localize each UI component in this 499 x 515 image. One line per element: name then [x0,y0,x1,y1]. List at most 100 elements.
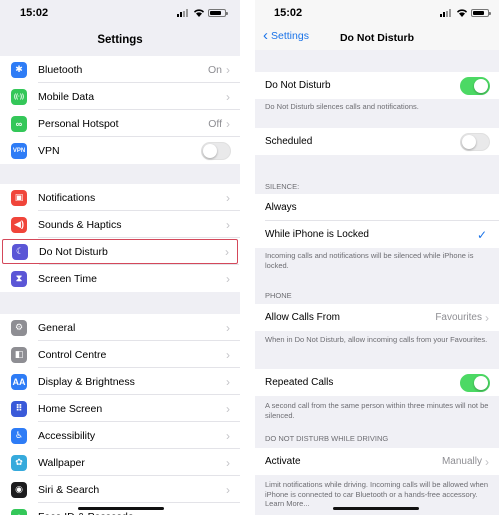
always-label: Always [265,202,297,213]
settings-row-value: Off [208,117,222,130]
status-bar: 15:02 [0,0,240,24]
driving-group: Activate Manually › [255,448,499,475]
allow-calls-value: Favourites [435,312,482,323]
app-grid-icon: ⠿ [11,400,27,417]
checkmark-icon: ✓ [476,227,487,242]
repeated-calls-label: Repeated Calls [265,377,334,388]
face-id-icon: ☺ [11,508,27,515]
settings-row-wallpaper[interactable]: ✿ Wallpaper › [0,449,240,476]
chevron-right-icon: › [226,482,230,497]
settings-row-label: Wallpaper [38,456,85,469]
allow-calls-row[interactable]: Allow Calls From Favourites › [255,304,499,331]
settings-row-label: Sounds & Haptics [38,218,122,231]
settings-row-siri-and-search[interactable]: ◉ Siri & Search › [0,476,240,503]
vpn-toggle[interactable] [201,141,231,160]
settings-row-sounds-and-haptics[interactable]: ◀) Sounds & Haptics › [0,211,240,238]
chevron-right-icon: › [226,510,230,515]
settings-row-label: Siri & Search [38,483,100,496]
settings-row-label: Personal Hotspot [38,117,119,130]
chevron-right-icon: › [226,320,230,335]
chevron-right-icon: › [226,271,230,286]
allow-calls-label: Allow Calls From [265,312,341,323]
chevron-right-icon: › [485,454,489,469]
settings-row-label: Mobile Data [38,90,95,103]
settings-row-bluetooth[interactable]: ✱ Bluetooth On › [0,56,240,83]
always-option[interactable]: Always [255,194,499,221]
scheduled-label: Scheduled [265,136,313,147]
chevron-right-icon: › [226,347,230,362]
bluetooth-icon: ✱ [11,61,27,78]
chevron-right-icon: › [226,374,230,389]
phone-header: PHONE [265,291,292,300]
settings-row-label: Do Not Disturb [39,245,108,258]
dnd-footer: Do Not Disturb silences calls and notifi… [265,102,419,111]
chevron-right-icon: › [226,89,230,104]
antenna-icon: ((·)) [11,88,27,105]
siri-icon: ◉ [11,481,27,498]
settings-row-display-and-brightness[interactable]: AA Display & Brightness › [0,368,240,395]
activate-value: Manually [441,456,482,467]
repeated-calls-footer: A second call from the same person withi… [265,401,489,420]
settings-row-notifications[interactable]: ▣ Notifications › [0,184,240,211]
gear-icon: ⚙ [11,319,27,336]
page-title: Do Not Disturb [339,32,415,44]
settings-row-mobile-data[interactable]: ((·)) Mobile Data › [0,83,240,110]
while-locked-label: While iPhone is Locked [265,229,369,240]
settings-row-label: Display & Brightness [38,375,135,388]
activate-row[interactable]: Activate Manually › [255,448,499,475]
settings-row-home-screen[interactable]: ⠿ Home Screen › [0,395,240,422]
settings-row-general[interactable]: ⚙ General › [0,314,240,341]
silence-footer: Incoming calls and notifications will be… [265,251,474,270]
connectivity-group: ✱ Bluetooth On › ((·)) Mobile Data › ∞ Personal … [0,56,240,164]
wifi-icon [457,9,467,17]
do-not-disturb-pane: 15:02 ‹ Settings Do Not Disturb Do Not D… [255,0,499,515]
home-indicator [333,507,419,510]
settings-pane: 15:02 Settings ✱ Bluetooth On › ((·)) Mobile … [0,0,240,515]
hourglass-icon: ⧗ [11,270,27,287]
text-size-icon: AA [11,373,27,390]
settings-row-label: Notifications [38,191,96,204]
settings-row-value: On [207,63,222,76]
settings-row-label: VPN [38,144,60,157]
silence-header: SILENCE: [265,182,300,191]
switches-icon: ◧ [11,346,27,363]
chevron-right-icon: › [226,428,230,443]
driving-footer: Limit notifications while driving. Incom… [265,480,489,508]
dnd-row: Do Not Disturb [255,72,499,99]
status-bar: 15:02 [255,0,499,24]
navigation-bar: ‹ Settings Do Not Disturb [255,24,499,50]
battery-icon [471,8,491,17]
settings-row-label: General [38,321,76,334]
chevron-right-icon: › [226,116,230,131]
settings-row-label: Face ID & Passcode [38,511,226,515]
settings-row-label: Home Screen [38,402,103,415]
link-icon: ∞ [11,115,27,132]
activate-label: Activate [265,456,301,467]
while-locked-option[interactable]: While iPhone is Locked ✓ [255,221,499,248]
scheduled-toggle[interactable] [460,132,490,151]
scheduled-group: Scheduled [255,128,499,155]
dnd-group: Do Not Disturb [255,72,499,99]
settings-row-control-centre[interactable]: ◧ Control Centre › [0,341,240,368]
driving-header: DO NOT DISTURB WHILE DRIVING [265,434,389,443]
status-time: 15:02 [20,7,49,19]
dnd-toggle[interactable] [460,76,490,95]
moon-icon: ☾ [12,243,28,260]
chevron-right-icon: › [226,455,230,470]
settings-row-vpn[interactable]: VPN VPN [0,137,240,164]
notifications-icon: ▣ [11,189,27,206]
vpn-icon: VPN [11,142,27,159]
notifications-group: ▣ Notifications › ◀) Sounds & Haptics › ☾ Do No… [0,184,240,292]
settings-row-do-not-disturb[interactable]: ☾ Do Not Disturb › [1,238,239,265]
settings-row-screen-time[interactable]: ⧗ Screen Time › [0,265,240,292]
repeated-calls-toggle[interactable] [460,373,490,392]
settings-row-label: Bluetooth [38,63,83,76]
settings-row-accessibility[interactable]: ♿ Accessibility › [0,422,240,449]
accessibility-icon: ♿ [11,427,27,444]
settings-row-personal-hotspot[interactable]: ∞ Personal Hotspot Off › [0,110,240,137]
chevron-right-icon: › [225,244,229,259]
flower-icon: ✿ [11,454,27,471]
repeated-calls-row: Repeated Calls [255,369,499,396]
settings-row-label: Screen Time [38,272,97,285]
chevron-right-icon: › [226,190,230,205]
